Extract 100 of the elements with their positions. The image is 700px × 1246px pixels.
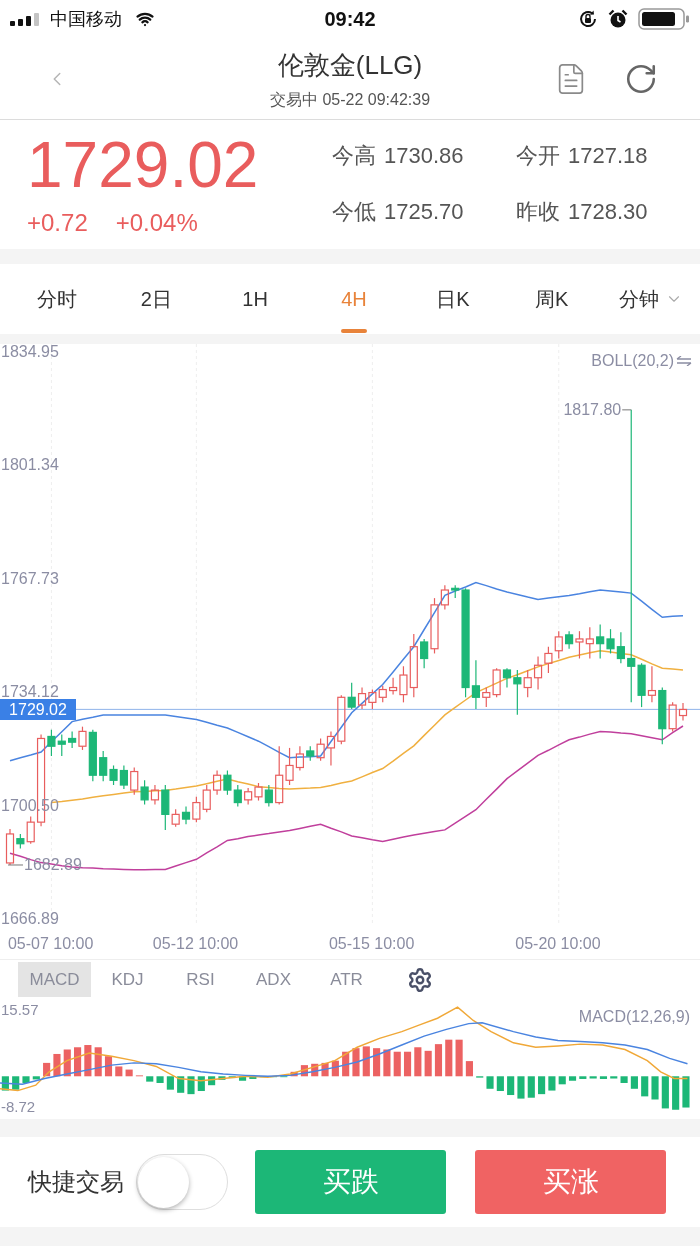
falling-candle [223,769,232,796]
macd-histogram-bar [321,1062,329,1077]
rising-candle [213,769,222,796]
wifi-icon [134,10,156,28]
stat-label: 今开 [516,142,560,170]
macd-histogram-bar [455,1039,463,1077]
indicator-tab[interactable]: ADX [237,962,310,997]
macd-histogram-bar [424,1050,432,1077]
macd-histogram-bar [579,1076,587,1079]
rotation-lock-icon [578,9,598,29]
macd-histogram-bar [527,1076,535,1098]
falling-candle [47,729,56,757]
macd-histogram-bar [53,1053,61,1077]
period-tab[interactable]: 4H [304,264,404,334]
x-axis-label: 05-15 10:00 [328,936,415,952]
stat-value: 1728.30 [568,198,648,226]
price-change: +0.72 [27,209,88,237]
period-tab[interactable]: 1H [205,264,305,334]
macd-histogram-bar [589,1076,597,1079]
macd-histogram-bar [290,1071,298,1077]
rising-candle [192,796,201,823]
rising-candle [171,808,180,828]
macd-max-label: 15.57 [1,1002,39,1017]
macd-histogram-bar [496,1076,504,1091]
falling-candle [616,631,625,664]
macd-histogram-bar [22,1076,30,1083]
period-tab[interactable]: 2日 [106,264,206,334]
period-tab[interactable]: 分钟 [601,264,700,334]
carrier-name: 中国移动 [50,7,122,31]
period-tab[interactable]: 日K [403,264,503,334]
macd-histogram-bar [331,1060,339,1077]
macd-histogram-bar [228,1076,236,1079]
macd-histogram-bar [94,1047,102,1077]
x-axis-label: 05-12 10:00 [152,936,239,952]
period-tab[interactable]: 周K [502,264,602,334]
period-tab[interactable]: 分时 [8,264,107,334]
macd-histogram-bar [548,1076,556,1091]
high-price-marker: 1817.80 [563,401,622,418]
falling-candle [658,686,667,745]
rising-candle [575,630,584,660]
trade-button[interactable]: 买涨 [475,1150,666,1214]
falling-candle [306,745,315,762]
trade-button[interactable]: 买跌 [255,1150,446,1214]
falling-candle [420,638,429,669]
macd-histogram-bar [12,1076,20,1090]
stat-value: 1725.70 [384,198,464,226]
macd-histogram-bar [63,1049,71,1077]
rising-candle [378,685,387,703]
rising-candle [130,766,139,796]
macd-histogram-bar [558,1076,566,1085]
macd-histogram-bar [445,1039,453,1077]
macd-histogram-bar [300,1065,308,1077]
macd-histogram-bar [599,1076,608,1079]
macd-histogram-bar [43,1062,51,1077]
macd-title: MACD(12,26,9) [578,1009,690,1025]
swap-arrows-icon[interactable] [676,356,692,366]
falling-candle [161,784,170,831]
y-axis-label: 1801.34 [1,457,59,474]
macd-histogram-bar [197,1076,205,1091]
falling-candle [57,733,66,757]
low-leader-line [7,864,24,866]
macd-histogram-bar [187,1076,195,1095]
rising-candle [523,669,532,698]
indicator-tab[interactable]: KDJ [91,962,164,997]
macd-histogram-bar [507,1076,515,1096]
macd-histogram-bar [342,1051,350,1077]
indicator-label: BOLL(20,2) [591,353,674,369]
rising-candle [368,688,377,710]
rising-candle [544,646,553,674]
macd-histogram-bar [104,1056,113,1077]
y-axis-label: 1834.95 [1,344,59,360]
macd-histogram-bar [486,1076,494,1089]
macd-histogram-bar [517,1076,525,1099]
x-axis-label: 05-07 10:00 [7,936,94,952]
page-title: 伦敦金(LLG) [277,49,423,81]
falling-candle [181,806,191,825]
falling-candle [140,779,149,806]
signal-icon [10,12,42,26]
indicator-tab[interactable]: MACD [18,962,91,997]
macd-histogram-bar [311,1063,319,1077]
rising-candle [202,784,211,813]
macd-histogram-bar [373,1048,381,1077]
stat-label: 今高 [332,142,376,170]
indicator-tab[interactable]: RSI [164,962,237,997]
battery-icon [638,8,690,30]
macd-histogram-bar [218,1076,226,1080]
quick-trade-toggle[interactable] [136,1154,228,1210]
settings-icon [406,966,433,993]
current-price-tag: 1729.02 [0,698,76,720]
macd-histogram-bar [620,1076,628,1083]
macd-histogram-bar [393,1051,401,1077]
macd-histogram-bar [538,1076,546,1095]
falling-candle [264,784,273,808]
indicator-tab[interactable]: ATR [310,962,383,997]
falling-candle [88,729,97,782]
falling-candle [119,764,128,790]
macd-histogram-bar [403,1051,412,1077]
macd-histogram-bar [208,1076,216,1086]
macd-histogram-bar [146,1076,154,1082]
rising-candle [337,694,346,745]
